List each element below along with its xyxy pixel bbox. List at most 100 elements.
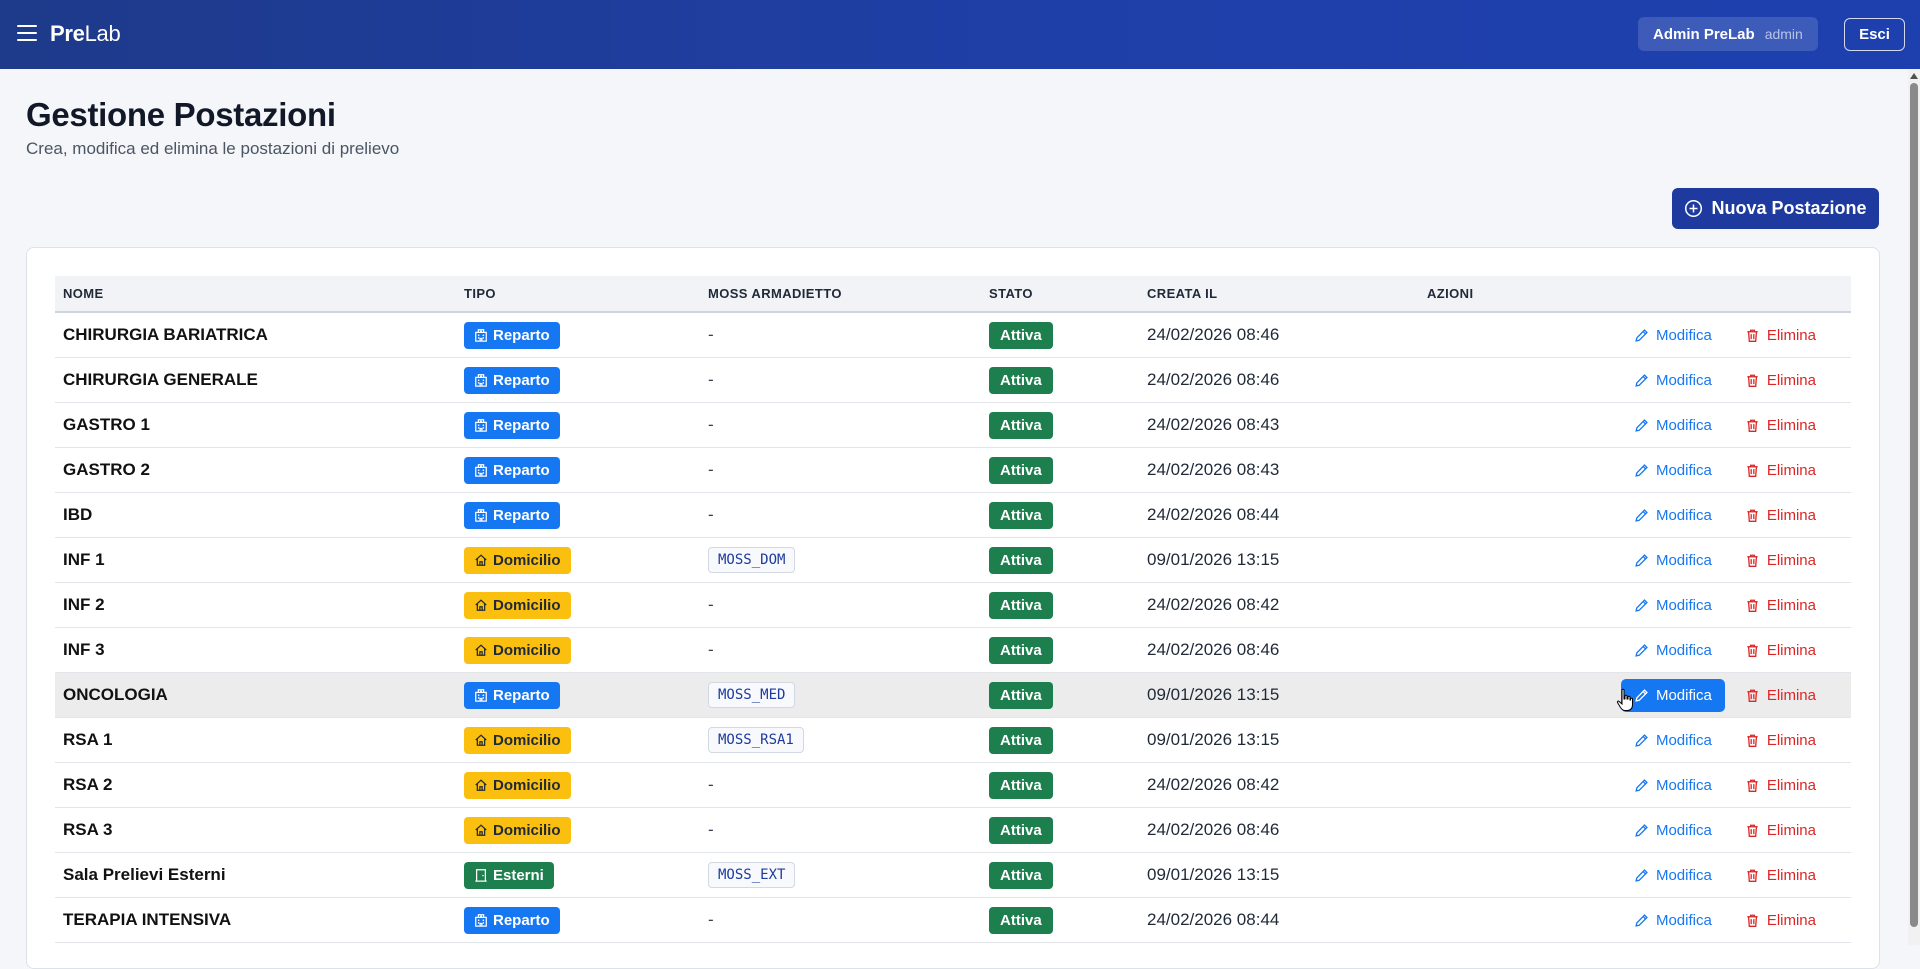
actions-cell: Modifica Elimina xyxy=(1419,357,1851,403)
new-station-button[interactable]: Nuova Postazione xyxy=(1672,188,1879,229)
pencil-icon xyxy=(1634,868,1649,883)
table-row[interactable]: TERAPIA INTENSIVA Reparto - Attiva 24/02… xyxy=(55,897,1851,943)
edit-button[interactable]: Modifica xyxy=(1621,634,1725,667)
type-badge: Reparto xyxy=(464,366,560,394)
edit-button[interactable]: Modifica xyxy=(1621,724,1725,757)
delete-button[interactable]: Elimina xyxy=(1732,409,1829,442)
station-name: CHIRURGIA GENERALE xyxy=(55,357,456,403)
actions-cell: Modifica Elimina xyxy=(1419,717,1851,763)
moss-empty: - xyxy=(708,775,714,794)
table-row[interactable]: INF 3 Domicilio - Attiva 24/02/2026 08:4… xyxy=(55,627,1851,673)
column-header-stato[interactable]: STATO xyxy=(981,276,1139,313)
table-row[interactable]: CHIRURGIA BARIATRICA Reparto - Attiva 24… xyxy=(55,312,1851,358)
status-cell: Attiva xyxy=(981,627,1139,673)
type-badge: Domicilio xyxy=(464,771,571,799)
delete-label: Elimina xyxy=(1766,686,1816,704)
column-header-moss[interactable]: MOSS ARMADIETTO xyxy=(700,276,981,313)
scrollbar-thumb[interactable] xyxy=(1910,83,1918,927)
stations-table: NOME TIPO MOSS ARMADIETTO STATO CREATA I… xyxy=(55,276,1851,943)
delete-button[interactable]: Elimina xyxy=(1732,859,1829,892)
moss-cell: MOSS_MED xyxy=(700,672,981,718)
actions-cell: Modifica Elimina xyxy=(1419,537,1851,583)
moss-cell: - xyxy=(700,762,981,808)
column-header-nome[interactable]: NOME xyxy=(55,276,456,313)
status-badge: Attiva xyxy=(989,366,1053,394)
delete-button[interactable]: Elimina xyxy=(1732,499,1829,532)
delete-button[interactable]: Elimina xyxy=(1732,814,1829,847)
hamburger-icon[interactable] xyxy=(17,25,37,43)
edit-button[interactable]: Modifica xyxy=(1621,589,1725,622)
edit-button[interactable]: Modifica xyxy=(1621,319,1725,352)
edit-label: Modifica xyxy=(1655,641,1712,659)
actions-cell: Modifica Elimina xyxy=(1419,852,1851,898)
pencil-icon xyxy=(1634,778,1649,793)
table-row[interactable]: ONCOLOGIA Reparto MOSS_MED Attiva 09/01/… xyxy=(55,672,1851,718)
table-row[interactable]: RSA 2 Domicilio - Attiva 24/02/2026 08:4… xyxy=(55,762,1851,808)
type-label: Domicilio xyxy=(493,641,561,659)
trash-icon xyxy=(1745,598,1760,613)
user-badge: Admin PreLab admin xyxy=(1638,17,1818,51)
delete-label: Elimina xyxy=(1766,326,1816,344)
edit-button[interactable]: Modifica xyxy=(1621,814,1725,847)
edit-button[interactable]: Modifica xyxy=(1621,499,1725,532)
edit-label: Modifica xyxy=(1655,596,1712,614)
delete-label: Elimina xyxy=(1766,551,1816,569)
table-row[interactable]: GASTRO 1 Reparto - Attiva 24/02/2026 08:… xyxy=(55,402,1851,448)
delete-button[interactable]: Elimina xyxy=(1732,769,1829,802)
delete-button[interactable]: Elimina xyxy=(1732,319,1829,352)
table-row[interactable]: INF 2 Domicilio - Attiva 24/02/2026 08:4… xyxy=(55,582,1851,628)
delete-button[interactable]: Elimina xyxy=(1732,904,1829,937)
type-cell: Reparto xyxy=(456,402,700,448)
table-row[interactable]: RSA 3 Domicilio - Attiva 24/02/2026 08:4… xyxy=(55,807,1851,853)
delete-button[interactable]: Elimina xyxy=(1732,364,1829,397)
status-badge: Attiva xyxy=(989,816,1053,844)
edit-button[interactable]: Modifica xyxy=(1621,769,1725,802)
edit-button[interactable]: Modifica xyxy=(1621,454,1725,487)
status-cell: Attiva xyxy=(981,312,1139,358)
table-row[interactable]: RSA 1 Domicilio MOSS_RSA1 Attiva 09/01/2… xyxy=(55,717,1851,763)
edit-button[interactable]: Modifica xyxy=(1621,859,1725,892)
created-date: 24/02/2026 08:46 xyxy=(1139,357,1419,403)
status-cell: Attiva xyxy=(981,492,1139,538)
created-date: 09/01/2026 13:15 xyxy=(1139,672,1419,718)
delete-button[interactable]: Elimina xyxy=(1732,634,1829,667)
delete-button[interactable]: Elimina xyxy=(1732,589,1829,622)
brand-logo[interactable]: PreLab xyxy=(50,21,121,47)
edit-label: Modifica xyxy=(1655,686,1712,704)
scroll-up-arrow-icon[interactable] xyxy=(1910,73,1918,79)
hospital-icon xyxy=(474,508,488,522)
station-name: Sala Prelievi Esterni xyxy=(55,852,456,898)
delete-button[interactable]: Elimina xyxy=(1732,724,1829,757)
column-header-creata[interactable]: CREATA IL xyxy=(1139,276,1419,313)
edit-button[interactable]: Modifica xyxy=(1621,409,1725,442)
pencil-icon xyxy=(1634,463,1649,478)
delete-label: Elimina xyxy=(1766,416,1816,434)
column-header-tipo[interactable]: TIPO xyxy=(456,276,700,313)
status-badge: Attiva xyxy=(989,456,1053,484)
logout-button[interactable]: Esci xyxy=(1844,18,1905,51)
station-name: GASTRO 2 xyxy=(55,447,456,493)
edit-button[interactable]: Modifica xyxy=(1621,904,1725,937)
page-scrollbar[interactable] xyxy=(1908,69,1920,945)
trash-icon xyxy=(1745,418,1760,433)
edit-button[interactable]: Modifica xyxy=(1621,544,1725,577)
edit-button[interactable]: Modifica xyxy=(1620,678,1725,712)
delete-button[interactable]: Elimina xyxy=(1732,679,1829,712)
delete-button[interactable]: Elimina xyxy=(1732,544,1829,577)
table-row[interactable]: IBD Reparto - Attiva 24/02/2026 08:44 Mo… xyxy=(55,492,1851,538)
table-row[interactable]: CHIRURGIA GENERALE Reparto - Attiva 24/0… xyxy=(55,357,1851,403)
table-row[interactable]: Sala Prelievi Esterni Esterni MOSS_EXT A… xyxy=(55,852,1851,898)
edit-label: Modifica xyxy=(1655,371,1712,389)
actions-cell: Modifica Elimina xyxy=(1419,897,1851,943)
house-icon xyxy=(474,823,488,837)
table-row[interactable]: GASTRO 2 Reparto - Attiva 24/02/2026 08:… xyxy=(55,447,1851,493)
trash-icon xyxy=(1745,553,1760,568)
table-row[interactable]: INF 1 Domicilio MOSS_DOM Attiva 09/01/20… xyxy=(55,537,1851,583)
pencil-icon xyxy=(1634,508,1649,523)
status-badge: Attiva xyxy=(989,771,1053,799)
moss-cell: MOSS_DOM xyxy=(700,537,981,583)
moss-empty: - xyxy=(708,640,714,659)
delete-button[interactable]: Elimina xyxy=(1732,454,1829,487)
edit-button[interactable]: Modifica xyxy=(1621,364,1725,397)
type-label: Reparto xyxy=(493,416,550,434)
